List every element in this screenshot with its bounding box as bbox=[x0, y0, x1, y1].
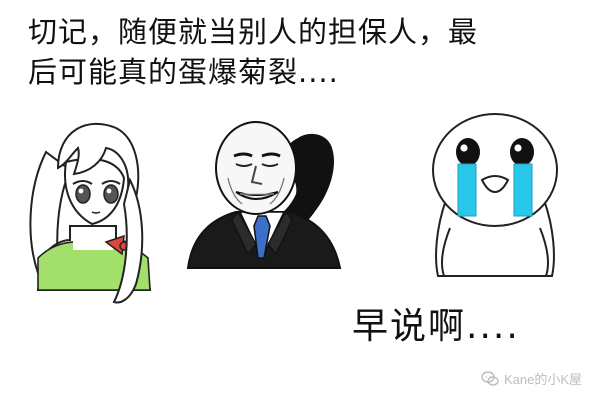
caption-top: 切记，随便就当别人的担保人，最 后可能真的蛋爆菊裂.... bbox=[28, 15, 479, 89]
wechat-icon bbox=[481, 370, 499, 386]
caption-bottom: 早说啊.... bbox=[352, 306, 520, 347]
meme-man-figure bbox=[186, 121, 342, 269]
watermark-text: Kane的小K屋 bbox=[503, 372, 582, 387]
watermark: Kane的小K屋 bbox=[481, 369, 582, 388]
anime-girl-figure bbox=[29, 122, 152, 304]
crying-character-figure bbox=[432, 113, 558, 277]
